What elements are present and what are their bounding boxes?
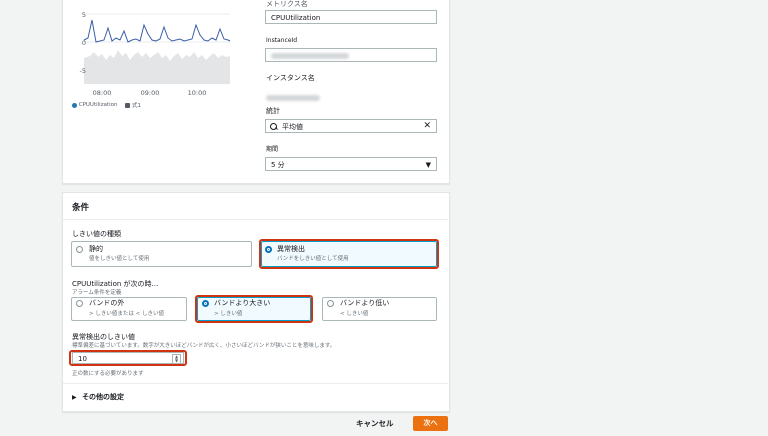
- caret-right-icon: ▶: [72, 394, 77, 401]
- legend-item-cpu[interactable]: CPUUtilization: [79, 102, 118, 108]
- metric-name-label: メトリクス名: [266, 0, 308, 8]
- outside-band-radio[interactable]: [76, 300, 83, 307]
- outside-band-desc: > しきい値または < しきい値: [89, 311, 164, 317]
- threshold-type-label: しきい値の種類: [72, 230, 121, 238]
- other-settings-label: その他の設定: [82, 393, 125, 401]
- redacted-instance-id: [271, 53, 349, 59]
- conditions-title: 条件: [72, 203, 90, 213]
- period-select[interactable]: 5 分 ▼: [265, 157, 437, 171]
- metric-chart: 5 0 -5 08:00 09:00 10:00: [80, 0, 231, 97]
- lower-than-band-title: バンドより低い: [340, 299, 390, 307]
- anomaly-threshold-desc: 標準偏差に基づいています。数字が大きいほどバンドが広く、小さいほどバンドが狭いこ…: [72, 343, 336, 349]
- period-label: 期間: [266, 146, 279, 153]
- y-tick-0: 0: [82, 39, 86, 47]
- instance-name-value: [266, 86, 320, 105]
- legend-swatch-cpu: [72, 102, 77, 108]
- legend-item-expr[interactable]: 式1: [132, 103, 141, 109]
- statistic-field[interactable]: 平均値 ✕: [265, 119, 437, 133]
- instance-id-field[interactable]: [265, 48, 437, 62]
- y-tick-neg5: -5: [80, 67, 86, 75]
- static-radio[interactable]: [76, 246, 83, 253]
- statistic-value: 平均値: [282, 123, 303, 131]
- highlight-anomaly-threshold: [69, 350, 187, 366]
- x-tick-1000: 10:00: [188, 89, 207, 97]
- when-sublabel: アラーム条件を定義: [72, 290, 122, 296]
- x-tick-0800: 08:00: [93, 89, 112, 97]
- cancel-button[interactable]: キャンセル: [356, 418, 394, 429]
- static-title: 静的: [89, 245, 103, 253]
- highlight-greater-than-band: [195, 295, 313, 323]
- redacted-instance-name: [266, 95, 320, 101]
- conditions-divider: [63, 219, 448, 220]
- caret-down-icon: ▼: [425, 161, 431, 169]
- period-value: 5 分: [271, 161, 285, 169]
- other-settings-divider: [63, 383, 448, 384]
- static-desc: 値をしきい値として使用: [89, 256, 150, 262]
- anomaly-threshold-hint: 正の数にする必要があります: [72, 371, 144, 377]
- next-button[interactable]: 次へ: [413, 416, 448, 431]
- statistic-label: 統計: [266, 107, 280, 115]
- highlight-anomaly: [259, 239, 439, 269]
- search-icon-handle: [275, 127, 278, 130]
- clear-icon[interactable]: ✕: [423, 120, 431, 133]
- metric-name-field[interactable]: CPUUtilization: [265, 10, 437, 24]
- other-settings-toggle[interactable]: ▶ その他の設定: [72, 392, 124, 402]
- instance-id-label: InstanceId: [266, 37, 298, 44]
- x-tick-0900: 09:00: [141, 89, 160, 97]
- instance-name-label: インスタンス名: [266, 74, 315, 82]
- legend-swatch-expr: [125, 102, 131, 108]
- lower-than-band-radio[interactable]: [327, 300, 334, 307]
- y-tick-5: 5: [82, 11, 86, 19]
- lower-than-band-desc: < しきい値: [340, 311, 369, 317]
- outside-band-title: バンドの外: [89, 299, 125, 307]
- chart-legend: CPUUtilization 式1: [72, 101, 141, 109]
